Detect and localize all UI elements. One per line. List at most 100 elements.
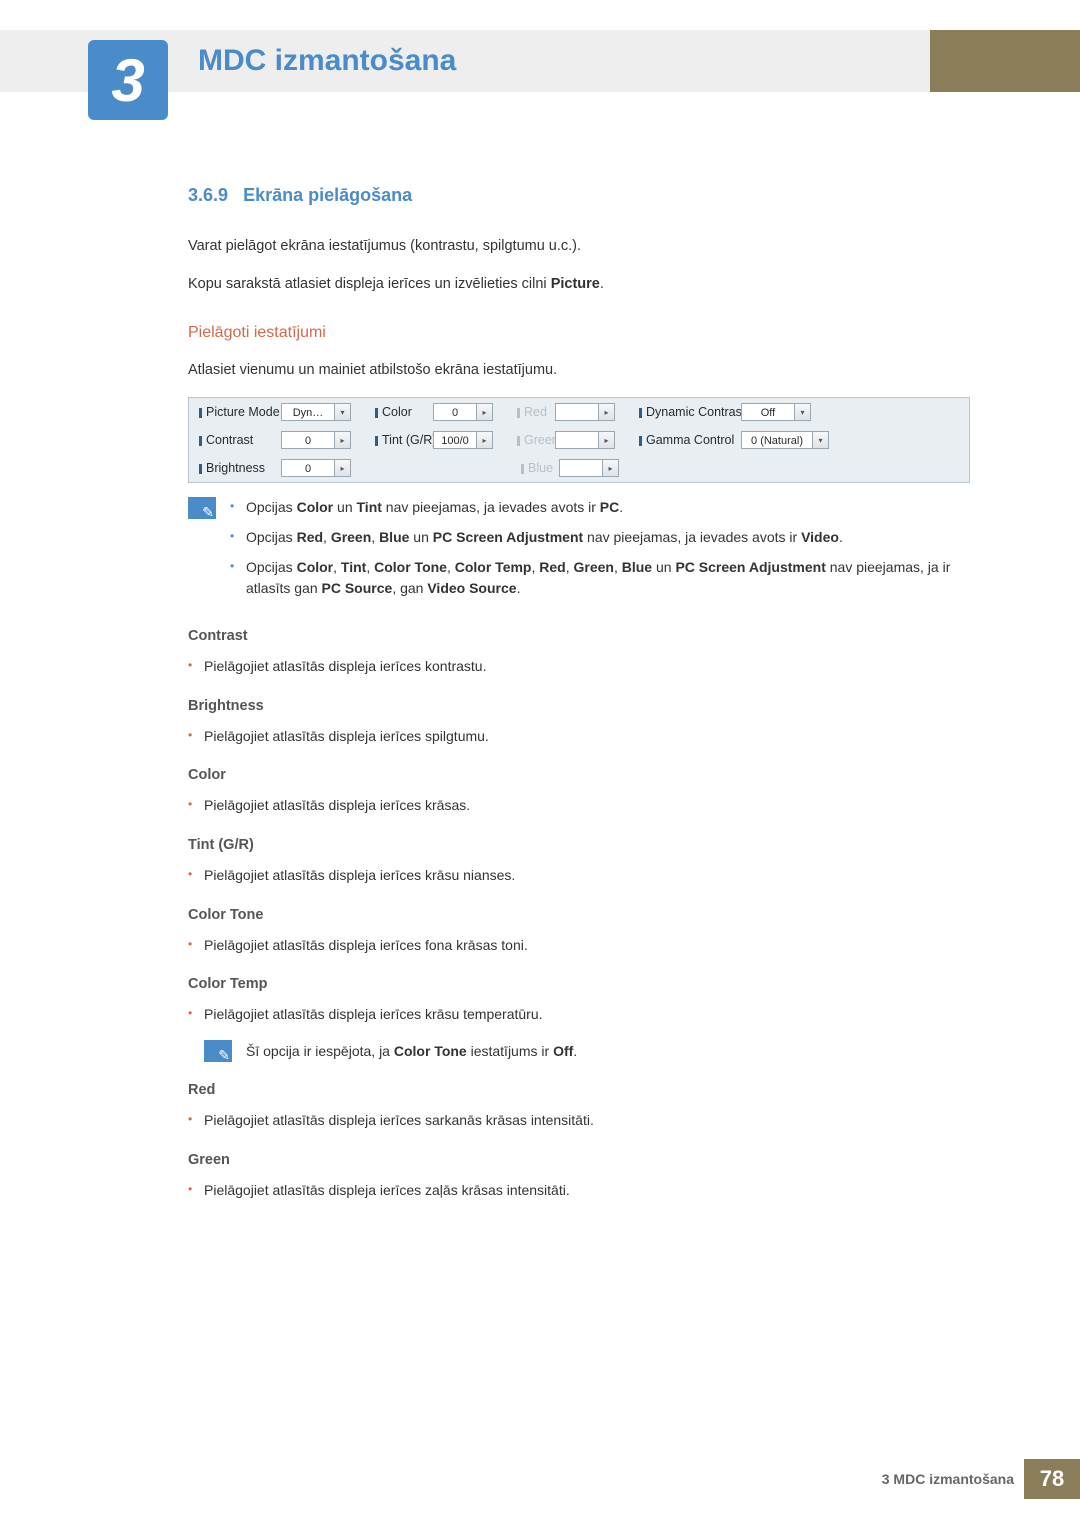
picture-mode-value: Dyn… xyxy=(281,403,335,421)
def-desc: Pielāgojiet atlasītās displeja ierīces k… xyxy=(188,865,970,887)
tint-stepper[interactable]: 100/0 ▸ xyxy=(433,431,493,449)
gamma-control-select[interactable]: 0 (Natural) ▾ xyxy=(741,431,829,449)
content-area: 3.6.9 Ekrāna pielāgošana Varat pielāgot … xyxy=(188,185,970,1202)
blue-value xyxy=(559,459,603,477)
note-text-c: iestatījums ir xyxy=(467,1043,553,1059)
page-number: 78 xyxy=(1024,1459,1080,1499)
def-desc: Pielāgojiet atlasītās displeja ierīces k… xyxy=(188,656,970,678)
brightness-label: Brightness xyxy=(189,461,281,475)
stepper-arrow-icon: ▸ xyxy=(335,459,351,477)
green-stepper: ▸ xyxy=(555,431,615,449)
note-item: Opcijas Red, Green, Blue un PC Screen Ad… xyxy=(230,527,970,549)
dropdown-arrow-icon: ▾ xyxy=(335,403,351,421)
note-item: Opcijas Color un Tint nav pieejamas, ja … xyxy=(230,497,970,519)
dynamic-contrast-value: Off xyxy=(741,403,795,421)
section-title: Ekrāna pielāgošana xyxy=(243,185,412,205)
intro-para-1: Varat pielāgot ekrāna iestatījumus (kont… xyxy=(188,236,970,258)
def-green: Green Pielāgojiet atlasītās displeja ier… xyxy=(188,1152,970,1202)
note-text-e: . xyxy=(573,1043,577,1059)
dropdown-arrow-icon: ▾ xyxy=(813,431,829,449)
contrast-stepper[interactable]: 0 ▸ xyxy=(281,431,351,449)
gamma-control-label: Gamma Control xyxy=(629,433,741,447)
panel-row-1: Picture Mode Dyn… ▾ Color 0 ▸ Red ▸ Dyna… xyxy=(189,398,969,426)
green-value xyxy=(555,431,599,449)
def-title: Brightness xyxy=(188,698,970,714)
note-text-b: Color Tone xyxy=(394,1043,467,1059)
picture-mode-select[interactable]: Dyn… ▾ xyxy=(281,403,351,421)
note-text-a: Šī opcija ir iespējota, ja xyxy=(246,1043,394,1059)
color-temp-note-text: Šī opcija ir iespējota, ja Color Tone ie… xyxy=(246,1043,577,1059)
stepper-arrow-icon: ▸ xyxy=(335,431,351,449)
color-label: Color xyxy=(365,405,433,419)
def-contrast: Contrast Pielāgojiet atlasītās displeja … xyxy=(188,628,970,678)
def-tint: Tint (G/R) Pielāgojiet atlasītās displej… xyxy=(188,837,970,887)
def-desc: Pielāgojiet atlasītās displeja ierīces f… xyxy=(188,935,970,957)
def-desc: Pielāgojiet atlasītās displeja ierīces s… xyxy=(188,1110,970,1132)
section-heading: 3.6.9 Ekrāna pielāgošana xyxy=(188,185,970,206)
tint-value: 100/0 xyxy=(433,431,477,449)
contrast-value: 0 xyxy=(281,431,335,449)
def-title: Red xyxy=(188,1082,970,1098)
intro-para-2-bold: Picture xyxy=(551,276,600,292)
def-title: Color Tone xyxy=(188,907,970,923)
def-desc: Pielāgojiet atlasītās displeja ierīces s… xyxy=(188,726,970,748)
stepper-arrow-icon: ▸ xyxy=(599,403,615,421)
intro-para-2-a: Kopu sarakstā atlasiet displeja ierīces … xyxy=(188,276,551,292)
dynamic-contrast-label: Dynamic Contrast xyxy=(629,405,741,419)
brightness-stepper[interactable]: 0 ▸ xyxy=(281,459,351,477)
brightness-value: 0 xyxy=(281,459,335,477)
def-color-tone: Color Tone Pielāgojiet atlasītās displej… xyxy=(188,907,970,957)
header-mid: MDC izmantošana xyxy=(88,30,930,92)
stepper-arrow-icon: ▸ xyxy=(603,459,619,477)
def-desc: Pielāgojiet atlasītās displeja ierīces k… xyxy=(188,1004,970,1026)
red-value xyxy=(555,403,599,421)
red-label: Red xyxy=(507,405,555,419)
def-title: Tint (G/R) xyxy=(188,837,970,853)
chapter-title: MDC izmantošana xyxy=(198,44,456,78)
custom-settings-lead: Atlasiet vienumu un mainiet atbilstošo e… xyxy=(188,360,970,382)
note-item: Opcijas Color, Tint, Color Tone, Color T… xyxy=(230,557,970,600)
def-desc: Pielāgojiet atlasītās displeja ierīces z… xyxy=(188,1180,970,1202)
note-text-d: Off xyxy=(553,1043,573,1059)
chapter-number-badge: 3 xyxy=(88,40,168,120)
blue-stepper: ▸ xyxy=(559,459,619,477)
notes-block: Opcijas Color un Tint nav pieejamas, ja … xyxy=(188,497,970,608)
notes-list: Opcijas Color un Tint nav pieejamas, ja … xyxy=(230,497,970,608)
def-color-temp: Color Temp Pielāgojiet atlasītās displej… xyxy=(188,976,970,1062)
color-stepper[interactable]: 0 ▸ xyxy=(433,403,493,421)
def-brightness: Brightness Pielāgojiet atlasītās displej… xyxy=(188,698,970,748)
page-header: 3 MDC izmantošana xyxy=(0,30,1080,92)
green-label: Green xyxy=(507,433,555,447)
header-right-block xyxy=(930,30,1080,92)
section-number: 3.6.9 xyxy=(188,185,228,205)
page-footer: 3 MDC izmantošana 78 xyxy=(882,1459,1080,1499)
blue-label: Blue xyxy=(511,461,559,475)
intro-para-2: Kopu sarakstā atlasiet displeja ierīces … xyxy=(188,274,970,296)
color-value: 0 xyxy=(433,403,477,421)
def-title: Color xyxy=(188,767,970,783)
intro-para-2-c: . xyxy=(600,276,604,292)
gamma-control-value: 0 (Natural) xyxy=(741,431,813,449)
dynamic-contrast-select[interactable]: Off ▾ xyxy=(741,403,811,421)
custom-settings-heading: Pielāgoti iestatījumi xyxy=(188,324,970,342)
def-title: Color Temp xyxy=(188,976,970,992)
def-red: Red Pielāgojiet atlasītās displeja ierīc… xyxy=(188,1082,970,1132)
header-left-block xyxy=(0,30,88,92)
note-icon xyxy=(188,497,216,519)
dropdown-arrow-icon: ▾ xyxy=(795,403,811,421)
def-desc: Pielāgojiet atlasītās displeja ierīces k… xyxy=(188,795,970,817)
panel-row-2: Contrast 0 ▸ Tint (G/R) 100/0 ▸ Green ▸ … xyxy=(189,426,969,454)
settings-panel: Picture Mode Dyn… ▾ Color 0 ▸ Red ▸ Dyna… xyxy=(188,397,970,483)
stepper-arrow-icon: ▸ xyxy=(477,431,493,449)
def-title: Green xyxy=(188,1152,970,1168)
tint-label: Tint (G/R) xyxy=(365,433,433,447)
def-title: Contrast xyxy=(188,628,970,644)
red-stepper: ▸ xyxy=(555,403,615,421)
footer-text: 3 MDC izmantošana xyxy=(882,1471,1014,1487)
note-icon xyxy=(204,1040,232,1062)
def-color: Color Pielāgojiet atlasītās displeja ier… xyxy=(188,767,970,817)
stepper-arrow-icon: ▸ xyxy=(477,403,493,421)
contrast-label: Contrast xyxy=(189,433,281,447)
panel-row-3: Brightness 0 ▸ Blue ▸ xyxy=(189,454,969,482)
stepper-arrow-icon: ▸ xyxy=(599,431,615,449)
